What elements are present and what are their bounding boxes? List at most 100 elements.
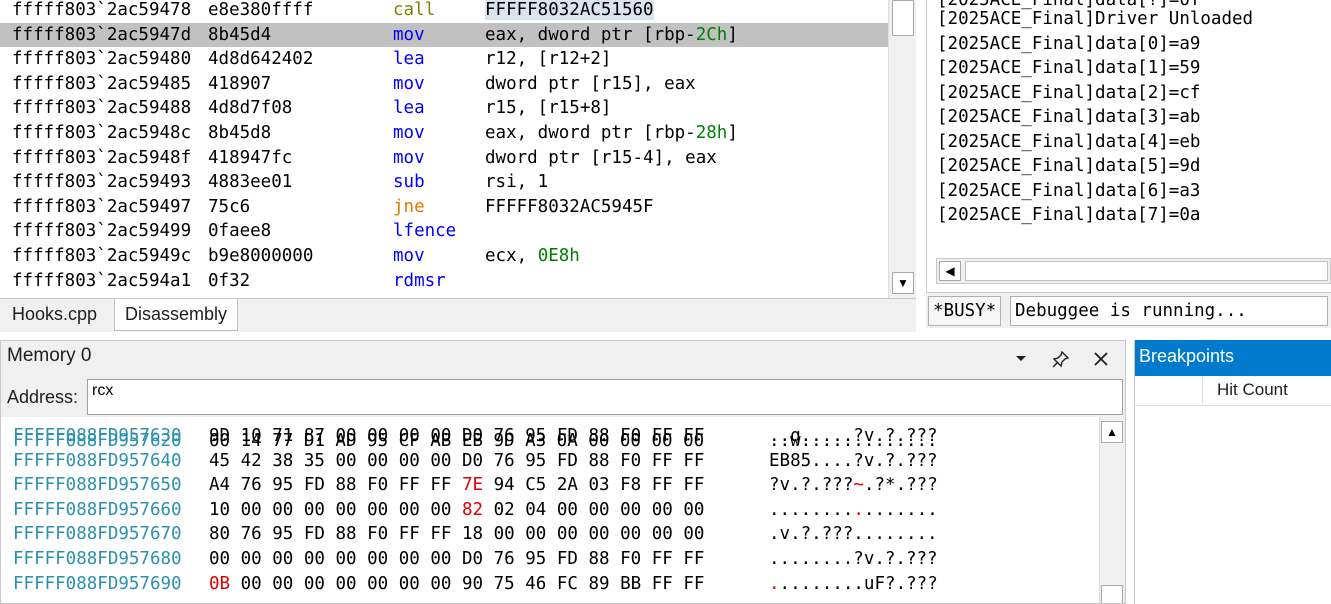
memory-hex-bytes[interactable]: 0B 00 00 00 00 00 00 00 90 75 46 FC 89 B… [209,572,704,596]
instruction-mnemonic: lea [393,98,425,119]
instruction-mnemonic: mov [393,147,425,168]
instruction-operands: FFFFF8032AC51560 [485,0,654,20]
instruction-bytes: b9e8000000 [208,246,314,266]
instruction-bytes: 0f32 [208,270,251,291]
scroll-thumb[interactable] [1101,585,1123,603]
memory-ascii: ?v.?.???~.?*.??? [769,475,938,496]
instruction-mnemonic: lea [393,49,425,70]
memory-hex-bytes[interactable]: 9D 10 71 87 00 00 00 00 D0 76 95 FD 88 F… [209,424,704,448]
memory-ascii: ................ [769,499,938,520]
memory-hex-bytes[interactable]: 00 00 00 00 00 00 00 00 D0 76 95 FD 88 F… [209,547,704,571]
tab-disassembly[interactable]: Disassembly [114,299,239,331]
instruction-bytes: 418947fc [208,147,293,168]
instruction-mnemonic: sub [393,172,425,193]
scroll-down-icon[interactable]: ▼ [892,272,914,294]
memory-window[interactable]: Memory 0 Address: FFFFF088FD95762000 14 … [0,340,1126,604]
disassembly-pane[interactable]: fffff803`2ac59478 e8e380ffff call FFFFF8032… [0,0,916,298]
output-line: [2025ACE_Final]data[4]=eb [937,131,1201,152]
disassembly-vertical-scrollbar[interactable]: ▼ [888,0,916,298]
disassembly-row[interactable]: fffff803`2ac59499 0faee8 lfence [0,219,888,244]
busy-indicator: *BUSY* [928,296,1002,326]
disassembly-row[interactable]: fffff803`2ac5949c b9e8000000 mov ecx, 0E8h [0,244,888,269]
disassembly-row[interactable]: fffff803`2ac59478 e8e380ffff call FFFFF8032… [0,0,888,23]
memory-vertical-scrollbar[interactable]: ▲ [1099,417,1125,603]
output-pane[interactable]: [2025ACE_Final]data[?]=0f [2025ACE_Final… [926,0,1331,292]
instruction-operands: r15, [r15+8] [485,98,612,119]
memory-address: FFFFF088FD957670 [13,524,182,545]
memory-address: FFFFF088FD957690 [13,573,182,594]
instruction-mnemonic: mov [393,246,425,266]
disassembly-row[interactable]: fffff803`2ac5948c 8b45d8 mov eax, dword ptr… [0,121,888,146]
disassembly-row[interactable]: fffff803`2ac5947d 8b45d4 mov eax, dword ptr… [0,22,888,48]
instruction-operands: ecx, 0E8h [485,246,580,266]
output-line: [2025ACE_Final]data[3]=ab [937,107,1201,127]
memory-ascii: .v.?.???........ [769,524,938,545]
output-line: [2025ACE_Final]data[7]=0a [937,205,1201,225]
instruction-bytes: 4883ee01 [208,172,293,193]
scroll-up-icon[interactable]: ▲ [1101,421,1123,443]
memory-ascii: ..q.....?v.?.??? [769,426,938,446]
close-icon[interactable] [1089,347,1113,371]
scroll-thumb[interactable] [965,261,1328,281]
instruction-operands: eax, dword ptr [rbp-28h] [485,123,738,143]
column-header-hit-count[interactable]: Hit Count [1217,380,1288,400]
output-line: [2025ACE_Final]Driver Unloaded [937,9,1254,29]
instruction-address: fffff803`2ac59485 [12,73,192,94]
memory-address: FFFFF088FD957680 [13,549,182,569]
instruction-address: fffff803`2ac5947d [12,24,192,45]
instruction-bytes: 0faee8 [208,221,272,242]
scroll-left-icon[interactable]: ◀ [939,261,961,281]
address-input[interactable] [87,379,1123,415]
disassembly-row[interactable]: fffff803`2ac59493 4883ee01 sub rsi, 1 [0,170,888,195]
column-header-blank[interactable] [1135,376,1203,406]
instruction-operands: dword ptr [r15-4], eax [485,147,717,168]
instruction-mnemonic: lfence [393,221,457,242]
memory-address: FFFFF088FD957630 [13,426,182,446]
memory-hex-view[interactable]: FFFFF088FD957620 00 14 77 D1 AD 95 CF AB … [1,417,1099,603]
instruction-mnemonic: mov [393,73,425,94]
instruction-bytes: 4d8d7f08 [208,98,293,119]
memory-hex-bytes[interactable]: 10 00 00 00 00 00 00 00 82 02 04 00 00 0… [209,498,704,522]
instruction-operands: dword ptr [r15], eax [485,73,696,94]
instruction-address: fffff803`2ac5949c [12,246,192,266]
output-horizontal-scrollbar[interactable]: ◀ [936,258,1331,284]
instruction-address: fffff803`2ac5948c [12,123,192,143]
instruction-mnemonic: rdmsr [393,270,446,291]
memory-hex-bytes[interactable]: A4 76 95 FD 88 F0 FF FF 7E 94 C5 2A 03 F… [209,473,704,497]
instruction-address: fffff803`2ac59480 [12,49,192,70]
memory-address: FFFFF088FD957660 [13,499,182,520]
pin-icon[interactable] [1049,347,1073,371]
dropdown-icon[interactable] [1009,347,1033,371]
instruction-operands: FFFFF8032AC5945F [485,196,654,217]
instruction-address: fffff803`2ac59499 [12,221,192,242]
status-bar: *BUSY* Debuggee is running... [926,292,1331,328]
disassembly-row[interactable]: fffff803`2ac59497 75c6 jne FFFFF8032AC5945F [0,195,888,220]
output-line: [2025ACE_Final]data[2]=cf [937,82,1201,103]
address-label: Address: [7,387,79,407]
status-message: Debuggee is running... [1010,296,1328,326]
disassembly-row[interactable]: fffff803`2ac594a1 0f32 rdmsr [0,269,888,294]
memory-hex-bytes[interactable]: 45 42 38 35 00 00 00 00 D0 76 95 FD 88 F… [209,449,704,473]
tab-hooks-cpp[interactable]: Hooks.cpp [2,299,107,331]
instruction-bytes: 8b45d8 [208,123,272,143]
instruction-mnemonic: call [393,0,436,20]
memory-titlebar: Memory 0 [1,341,1125,377]
breakpoints-title[interactable]: Breakpoints [1135,340,1331,376]
instruction-bytes: 418907 [208,73,272,94]
memory-hex-bytes[interactable]: 80 76 95 FD 88 F0 FF FF 18 00 00 00 00 0… [209,522,704,546]
breakpoints-window[interactable]: Breakpoints Hit Count [1134,340,1331,604]
address-bar: Address: [1,377,1125,417]
output-line: [2025ACE_Final]data[6]=a3 [937,180,1201,201]
memory-ascii: .........uF?.??? [769,573,938,594]
scroll-thumb[interactable] [892,0,914,36]
disassembly-row[interactable]: fffff803`2ac59485 418907 mov dword ptr [r15… [0,72,888,97]
instruction-mnemonic: mov [393,123,425,143]
instruction-address: fffff803`2ac594a1 [12,270,192,291]
document-tab-strip: Hooks.cpp Disassembly [0,298,916,332]
disassembly-row[interactable]: fffff803`2ac5948f 418947fc mov dword ptr [r… [0,146,888,171]
memory-address: FFFFF088FD957650 [13,475,182,496]
disassembly-row[interactable]: fffff803`2ac59480 4d8d642402 lea r12, [r12+… [0,47,888,72]
instruction-address: fffff803`2ac59493 [12,172,192,193]
disassembly-row[interactable]: fffff803`2ac59488 4d8d7f08 lea r15, [r15+8] [0,96,888,121]
instruction-address: fffff803`2ac59488 [12,98,192,119]
